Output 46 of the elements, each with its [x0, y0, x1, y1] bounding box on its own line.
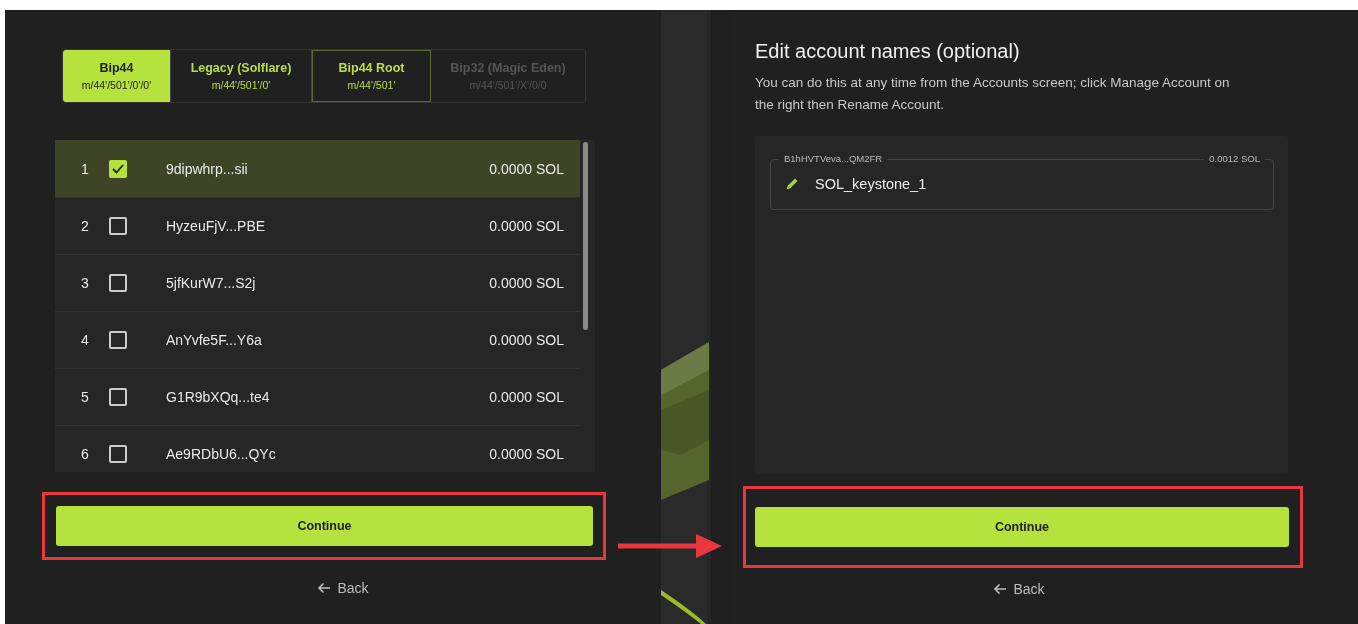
checkbox[interactable] [109, 217, 127, 235]
pencil-icon [785, 177, 799, 191]
account-balance: 0.0000 SOL [489, 446, 564, 462]
account-address: 9dipwhrp...sii [166, 160, 249, 177]
back-arrow-icon [317, 582, 332, 594]
account-address: Ae9RDbU6...QYc [166, 446, 277, 462]
account-address: 5jfKurW7...S2j [166, 275, 257, 291]
account-balance: 0.0000 SOL [489, 389, 564, 405]
account-address: AnYvfe5F...Y6a [166, 332, 263, 348]
account-address: HyzeuFjV...PBE [166, 218, 267, 234]
row-number: 4 [81, 332, 90, 348]
back-link[interactable]: Back [993, 581, 1045, 597]
row-number: 6 [81, 446, 90, 462]
back-link[interactable]: Back [317, 580, 369, 596]
field-label: B1hHVTVeva...QM2FR [779, 153, 888, 164]
row-number: 1 [81, 160, 90, 177]
account-row[interactable]: 3 5jfKurW7...S2j 0.0000 SOL [55, 255, 580, 312]
account-balance: 0.0000 SOL [489, 275, 564, 291]
back-arrow-icon [993, 583, 1008, 595]
continue-button[interactable]: Continue [755, 507, 1289, 547]
row-number: 3 [81, 275, 90, 291]
account-balance: 0.0000 SOL [489, 218, 564, 234]
account-row[interactable]: 4 AnYvfe5F...Y6a 0.0000 SOL [55, 312, 580, 369]
account-row[interactable]: 2 HyzeuFjV...PBE 0.0000 SOL [55, 198, 580, 255]
account-row[interactable]: 5 G1R9bXQq...te4 0.0000 SOL [55, 369, 580, 426]
derivation-tab[interactable]: Bip44 m/44'/501'/0'/0' [63, 50, 171, 102]
continue-button[interactable]: Continue [56, 506, 593, 546]
account-row[interactable]: 1 9dipwhrp...sii 0.0000 SOL [55, 140, 580, 198]
field-value: SOL_keystone_1 [815, 176, 927, 192]
derivation-tab[interactable]: Legacy (Solflare) m/44'/501'/0' [171, 50, 312, 102]
checkbox[interactable] [109, 274, 127, 292]
checkbox[interactable] [109, 445, 127, 463]
account-address: G1R9bXQq...te4 [166, 389, 271, 405]
checkbox[interactable] [109, 388, 127, 406]
account-balance: 0.0000 SOL [489, 160, 564, 177]
row-number: 2 [81, 218, 90, 234]
row-number: 5 [81, 389, 90, 405]
checkbox[interactable] [109, 159, 127, 178]
field-balance: 0.0012 SOL [1204, 153, 1265, 164]
checkbox[interactable] [109, 331, 127, 349]
scrollbar[interactable] [583, 142, 588, 330]
description-text: You can do this at any time from the Accounts screen; click Manage Account on the right then Rename Account. [755, 74, 1231, 114]
account-balance: 0.0000 SOL [489, 332, 564, 348]
derivation-tab[interactable]: Bip44 Root m/44'/501' [312, 50, 431, 102]
account-row[interactable]: 6 Ae9RDbU6...QYc 0.0000 SOL [55, 426, 580, 472]
page-title: Edit account names (optional) [755, 39, 1021, 64]
